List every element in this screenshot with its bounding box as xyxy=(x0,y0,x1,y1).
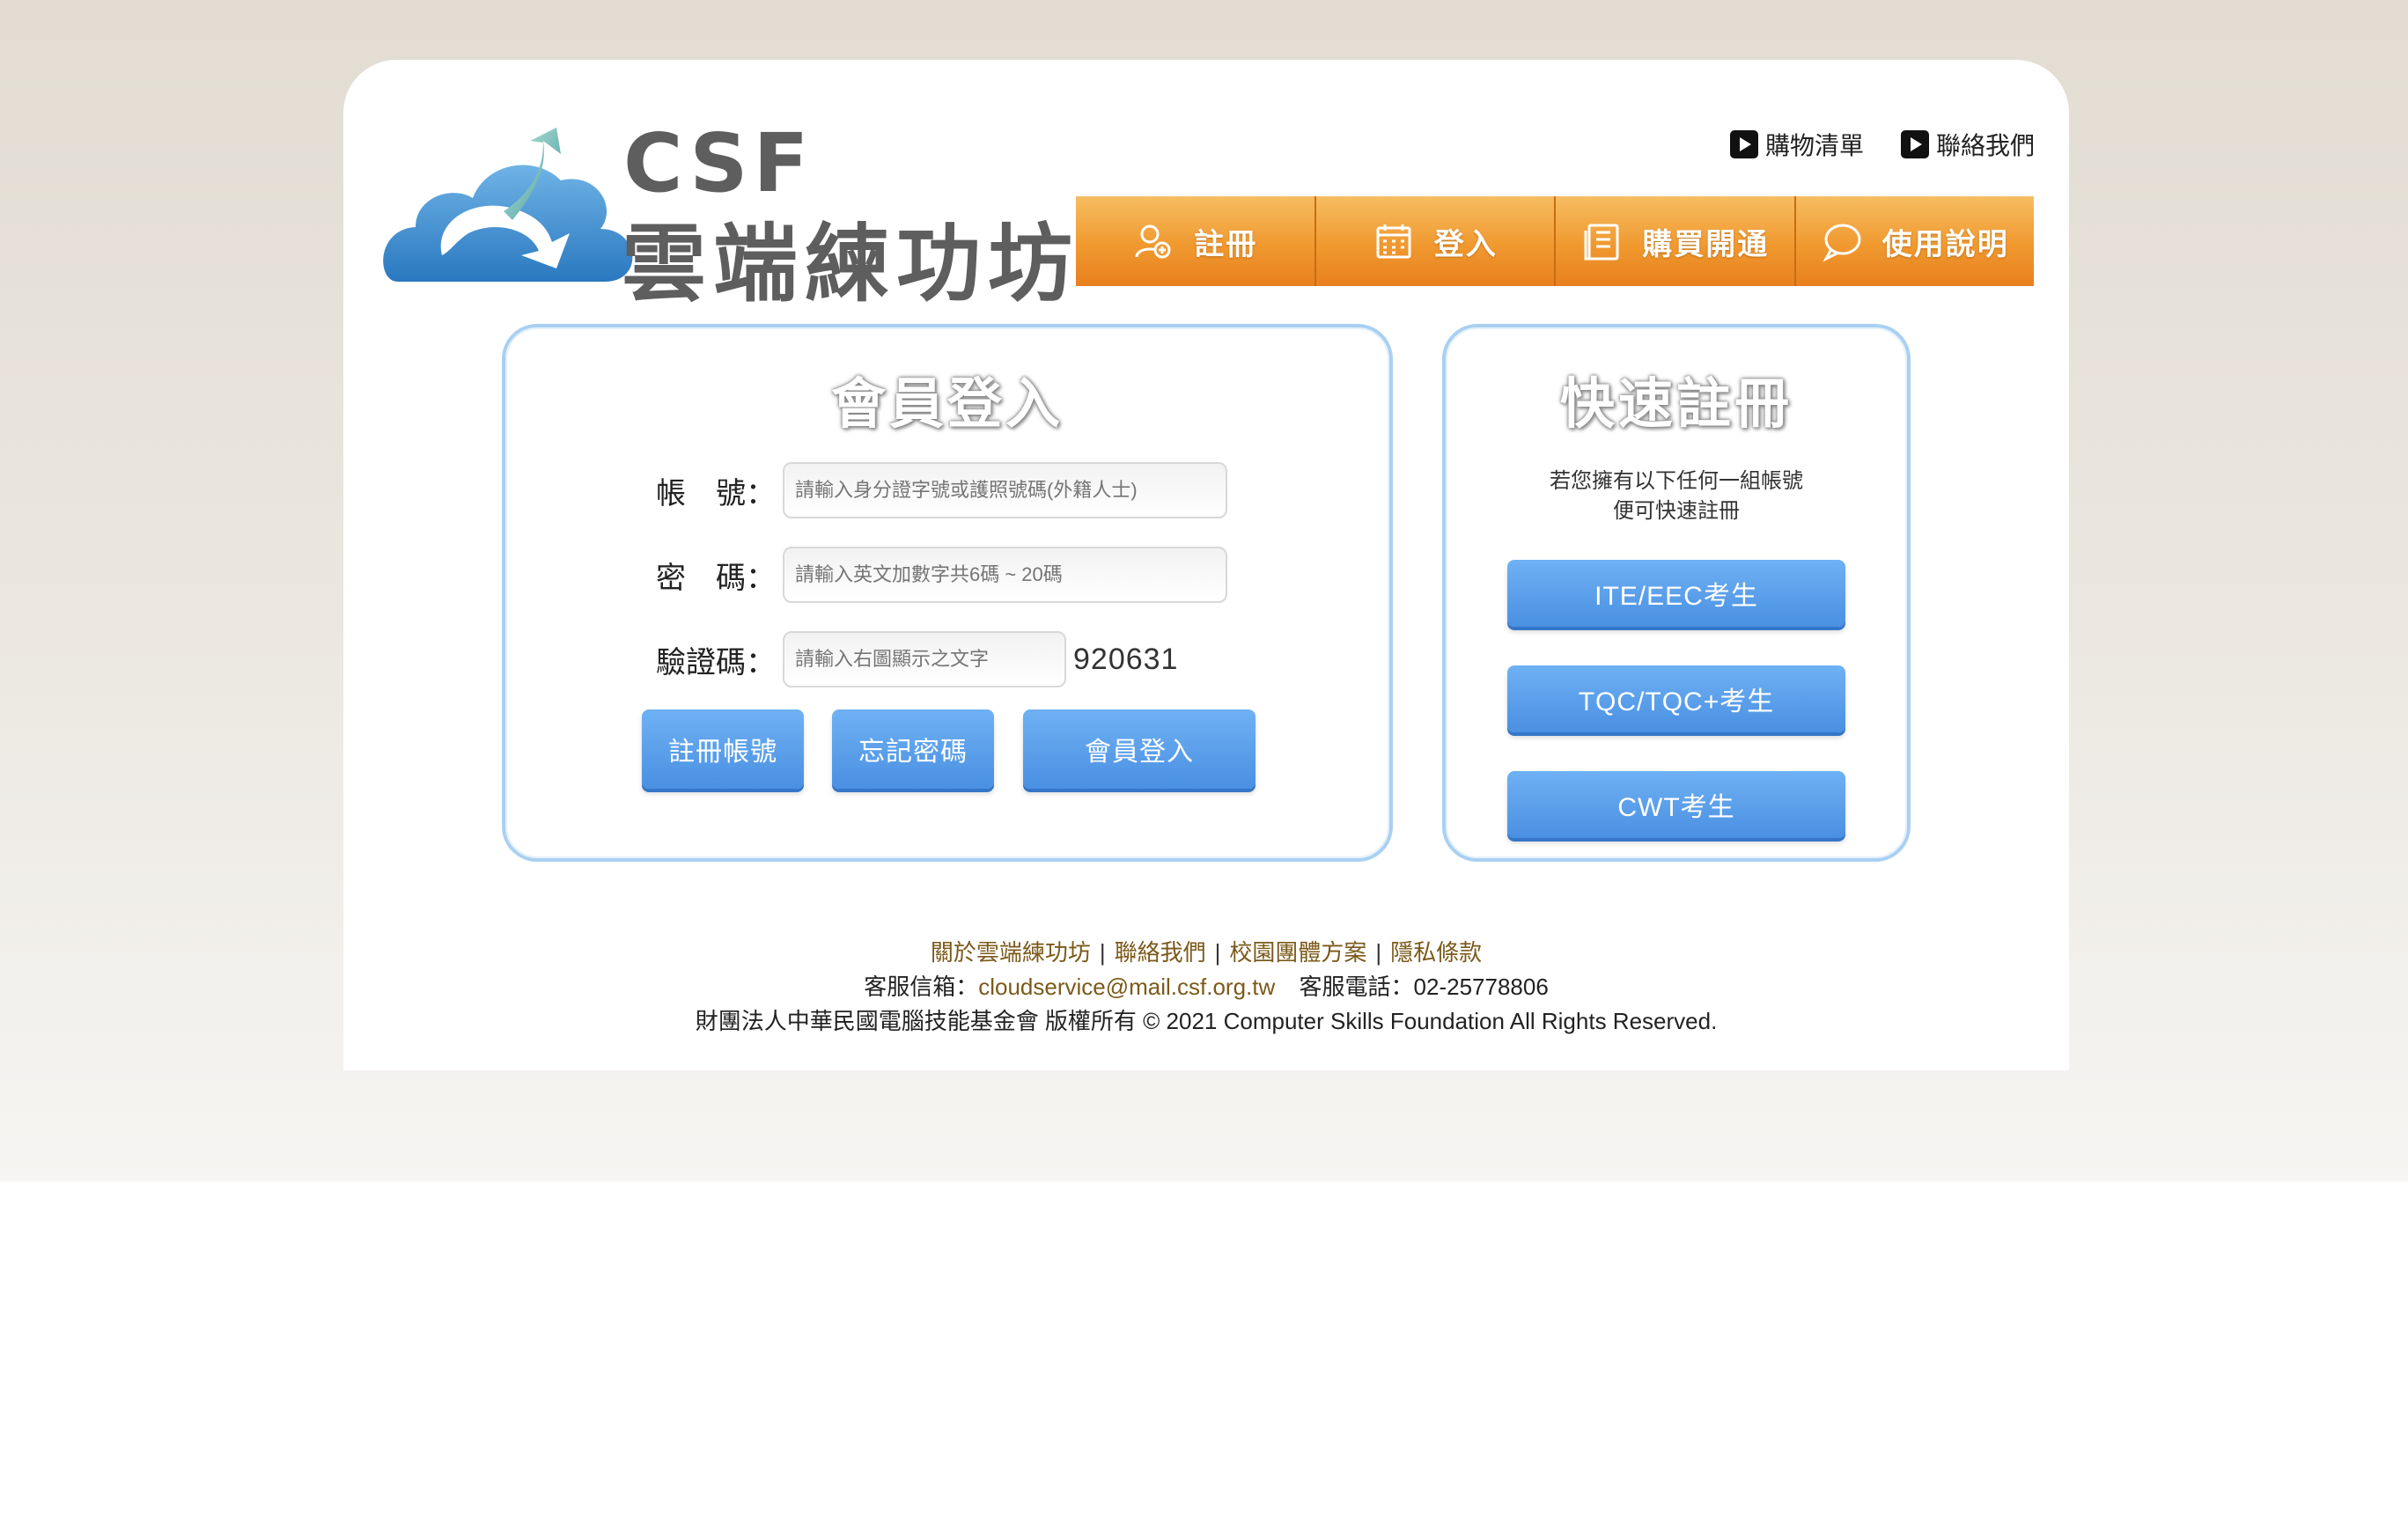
quick-register-title: 快速註冊 xyxy=(1559,374,1793,435)
footer-link-about[interactable]: 關於雲端練功坊 xyxy=(931,939,1091,966)
account-row: 帳 號： xyxy=(505,462,1227,518)
register-account-button[interactable]: 註冊帳號 xyxy=(642,709,804,789)
calendar-icon xyxy=(1376,224,1411,259)
captcha-label: 驗證碼： xyxy=(656,645,776,680)
top-links: 購物清單 聯絡我們 xyxy=(1729,127,2035,162)
nav-login-label: 登入 xyxy=(1433,227,1498,261)
login-title: 會員登入 xyxy=(830,374,1064,435)
captcha-image[interactable]: 920631 xyxy=(1073,643,1178,677)
footer-link-privacy[interactable]: 隱私條款 xyxy=(1390,939,1482,966)
account-input[interactable] xyxy=(783,462,1227,518)
quick-register-panel: 快速註冊 若您擁有以下任何一組帳號 便可快速註冊 ITE/EEC考生 TQC/T… xyxy=(1442,324,1911,862)
main-nav: 註冊 登入 購買開通 使用說明 xyxy=(1076,196,2034,286)
cwt-register-button[interactable]: CWT考生 xyxy=(1507,771,1845,838)
footer-links: 關於雲端練功坊 | 聯絡我們 | 校園團體方案 | 隱私條款 xyxy=(343,935,2069,967)
user-add-icon xyxy=(1135,224,1171,259)
captcha-input[interactable] xyxy=(783,631,1066,687)
footer-link-campus[interactable]: 校園團體方案 xyxy=(1229,939,1366,966)
contact-us-link[interactable]: 聯絡我們 xyxy=(1900,127,2035,162)
password-label: 密 碼： xyxy=(656,561,776,595)
document-icon xyxy=(1584,224,1619,261)
footer-copyright: 財團法人中華民國電腦技能基金會 版權所有 © 2021 Computer Ski… xyxy=(695,1008,1718,1034)
quick-register-desc-line1: 若您擁有以下任何一組帳號 xyxy=(1550,469,1803,493)
play-icon xyxy=(1900,130,1929,158)
play-icon xyxy=(1729,130,1758,158)
nav-register-label: 註冊 xyxy=(1194,227,1258,261)
nav-purchase-label: 購買開通 xyxy=(1642,227,1770,261)
password-row: 密 碼： xyxy=(505,547,1227,603)
account-label: 帳 號： xyxy=(656,476,776,511)
nav-register[interactable]: 註冊 xyxy=(1076,196,1314,286)
phone-label: 客服電話： xyxy=(1299,974,1414,1000)
email-link[interactable]: cloudservice@mail.csf.org.tw xyxy=(978,974,1275,1000)
logo-text-cn: 雲端練功坊 xyxy=(622,215,1079,313)
contact-us-label: 聯絡我們 xyxy=(1935,132,2035,159)
quick-register-desc: 若您擁有以下任何一組帳號 便可快速註冊 xyxy=(1446,467,1907,526)
phone-value: 02-25778806 xyxy=(1413,974,1549,1000)
shopping-list-link[interactable]: 購物清單 xyxy=(1729,127,1864,162)
captcha-row: 驗證碼： 920631 xyxy=(505,631,1178,687)
footer-contact: 客服信箱：cloudservice@mail.csf.org.tw 客服電話：0… xyxy=(343,969,2069,1002)
separator: | xyxy=(1375,939,1382,966)
forgot-password-button[interactable]: 忘記密碼 xyxy=(832,709,994,789)
shopping-list-label: 購物清單 xyxy=(1764,132,1864,159)
separator: | xyxy=(1099,939,1106,966)
login-panel: 會員登入 帳 號： 密 碼： 驗證碼： 920631 註冊帳號 忘記密碼 會員登… xyxy=(502,324,1393,862)
speech-bubble-icon xyxy=(1823,224,1861,262)
password-input[interactable] xyxy=(783,547,1227,603)
nav-login[interactable]: 登入 xyxy=(1314,196,1555,286)
nav-help[interactable]: 使用說明 xyxy=(1793,196,2035,286)
nav-help-label: 使用說明 xyxy=(1881,227,2009,261)
member-login-button[interactable]: 會員登入 xyxy=(1023,709,1256,789)
nav-purchase[interactable]: 購買開通 xyxy=(1554,196,1794,286)
quick-register-desc-line2: 便可快速註冊 xyxy=(1613,499,1740,523)
tqc-register-button[interactable]: TQC/TQC+考生 xyxy=(1507,665,1845,732)
ite-eec-register-button[interactable]: ITE/EEC考生 xyxy=(1507,560,1845,627)
footer-link-contact[interactable]: 聯絡我們 xyxy=(1115,939,1206,966)
email-label: 客服信箱： xyxy=(864,974,979,1000)
separator: | xyxy=(1214,939,1221,966)
